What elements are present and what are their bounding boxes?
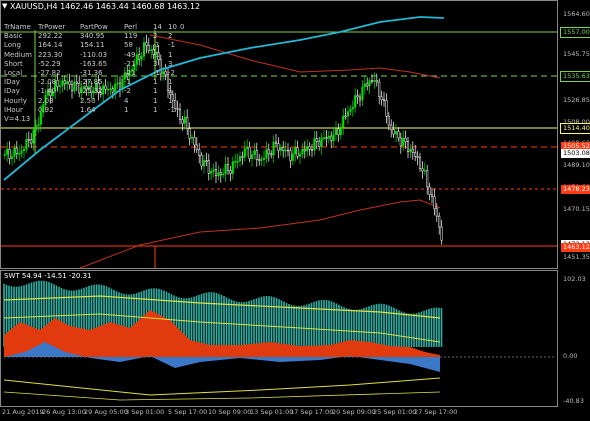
table-cell: IDay [4, 78, 20, 87]
price-tick: 1526.85 [563, 96, 590, 104]
table-cell: 1 [153, 87, 158, 96]
price-tag: 1535.63 [560, 71, 590, 82]
triangle-down-icon: ▼ [2, 2, 8, 10]
table-header: Perl [124, 23, 138, 31]
indicator-tick: 102.03 [563, 275, 586, 283]
table-cell: -49 [124, 50, 136, 59]
indicator-tick: -40.83 [563, 397, 584, 405]
table-cell: -1 [124, 78, 131, 87]
price-tag: 1503.08 [561, 149, 590, 158]
table-cell: 1 [153, 78, 158, 87]
ma-envelope-lower [79, 199, 441, 269]
table-cell: IDay [4, 87, 20, 96]
table-cell: -163.65 [80, 59, 108, 68]
ma-slow-line [3, 16, 445, 181]
table-cell: -2 [168, 69, 175, 77]
table-cell: 154.11 [80, 41, 105, 50]
table-cell: 1 [124, 105, 129, 114]
table-cell: 1 [168, 78, 173, 87]
time-tick: 3 Sep 01:00 [125, 408, 165, 416]
table-cell: -21 [124, 69, 136, 77]
table-cell: 58 [124, 41, 133, 50]
price-tick: 1470.15 [563, 205, 590, 213]
table-header: 0 [180, 23, 185, 31]
price-tick: 1564.60 [563, 10, 590, 18]
table-cell: -52.29 [38, 59, 61, 68]
price-tick: 1451.35 [563, 253, 590, 261]
time-tick: 13 Sep 01:00 [250, 408, 294, 416]
table-cell: 164.14 [38, 41, 63, 50]
table-cell: 1 [153, 96, 158, 105]
table-cell: 3 [153, 59, 158, 68]
time-tick: 25 Sep 01:00 [373, 408, 417, 416]
table-cell: -27.82 [38, 69, 61, 77]
table-cell: -25.32 [80, 87, 103, 96]
table-cell: -1 [168, 105, 175, 114]
table-cell: 119 [124, 32, 138, 41]
time-tick: 21 Aug 2019 [2, 408, 44, 416]
price-candles [3, 34, 443, 245]
table-cell: 4 [124, 96, 129, 105]
table-cell: Local [4, 69, 23, 77]
table-cell: 1 [168, 87, 173, 96]
table-cell: 223.30 [38, 50, 63, 59]
price-tag: 1463.12 [561, 243, 590, 252]
price-tick: 1489.10 [563, 161, 590, 169]
signal-line-3 [3, 377, 441, 396]
table-cell: 2 [168, 32, 173, 41]
table-cell: -1.40 [38, 87, 57, 96]
time-tick: 27 Sep 17:00 [414, 408, 458, 416]
table-cell: -110.03 [80, 50, 108, 59]
time-tick: 29 Aug 05:00 [84, 408, 128, 416]
signal-line-4 [3, 391, 441, 401]
indicator-label: SWT 54.94 -14.51 -20.31 [4, 272, 92, 280]
table-header: 10 [168, 23, 177, 31]
table-header: TrName [4, 23, 31, 31]
table-cell: IHour [4, 105, 23, 114]
table-cell: -1 [153, 50, 160, 59]
table-cell: 0.92 [38, 105, 54, 114]
time-tick: 17 Sep 17:00 [290, 408, 334, 416]
table-cell: 2.08 [38, 96, 54, 105]
table-cell: 1 [168, 50, 173, 59]
chart-window[interactable]: ▼ XAUUSD,H4 1462.46 1463.44 1460.68 1463… [0, 0, 590, 421]
table-header: TrPower [38, 23, 66, 31]
table-cell: 1.64 [80, 105, 96, 114]
time-tick: 20 Sep 09:00 [332, 408, 376, 416]
table-cell: -1 [153, 69, 160, 77]
indicator-tick: 0.00 [563, 352, 578, 360]
table-header: PartPow [80, 23, 108, 31]
table-cell: -27.85 [80, 78, 103, 87]
table-cell: 1 [168, 96, 173, 105]
table-cell: 3 [168, 59, 173, 68]
time-tick: 10 Sep 09:00 [208, 408, 252, 416]
table-cell: -2.08 [38, 78, 57, 87]
table-cell: Medium [4, 50, 32, 59]
table-cell: 340.95 [80, 32, 105, 41]
price-tick: 1545.75 [563, 50, 590, 58]
price-tag: 1557.00 [560, 27, 590, 38]
table-cell: Hourly [4, 96, 27, 105]
time-tick: 26 Aug 13:00 [42, 408, 86, 416]
table-cell: 292.22 [38, 32, 63, 41]
table-cell: -1 [153, 41, 160, 50]
table-cell: -31.36 [80, 69, 103, 77]
table-header: 14 [153, 23, 162, 31]
table-cell: -21 [124, 59, 136, 68]
table-cell: 2.50 [80, 96, 96, 105]
table-cell: 2 [153, 32, 158, 41]
price-tag: 1514.40 [560, 123, 590, 134]
table-cell: 1 [153, 105, 158, 114]
table-cell: -1 [168, 41, 175, 50]
table-cell: Short [4, 59, 23, 68]
chart-title: XAUUSD,H4 1462.46 1463.44 1460.68 1463.1… [10, 2, 201, 11]
table-cell: Long [4, 41, 21, 50]
price-tag: 1478.23 [561, 185, 590, 194]
table-cell: -2 [124, 87, 131, 96]
table-cell: Basic [4, 32, 23, 41]
time-tick: 5 Sep 17:00 [168, 408, 208, 416]
table-footer: V=4.13 [4, 115, 31, 123]
